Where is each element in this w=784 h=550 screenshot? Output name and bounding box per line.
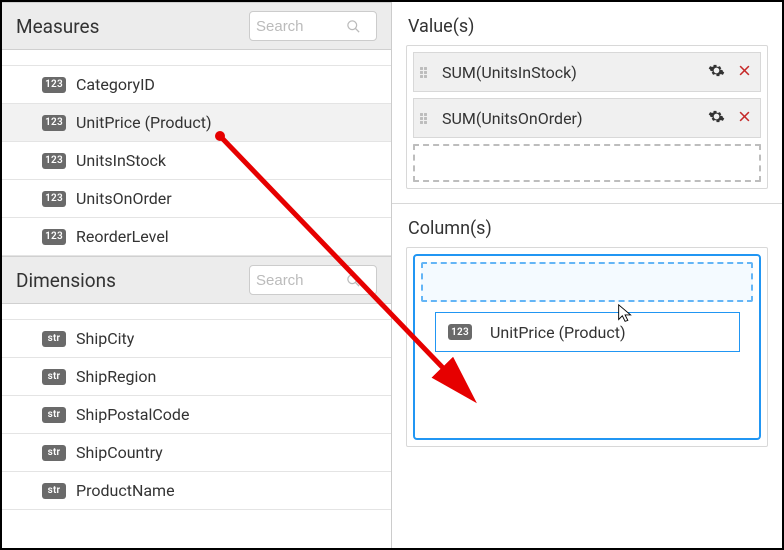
numeric-badge-icon: 123 [42,153,66,169]
app-frame: Measures 123 CategoryID 123 UnitPrice (P… [0,0,784,550]
measures-header: Measures [2,2,391,50]
string-badge-icon: str [42,445,66,461]
numeric-badge-icon: 123 [42,77,66,93]
columns-title: Column(s) [408,218,768,239]
drag-handle-icon[interactable] [420,113,432,124]
dimensions-search-input[interactable] [256,272,346,289]
list-item-label: UnitsOnOrder [76,189,172,208]
list-item-label: ReorderLevel [76,227,169,246]
gear-icon[interactable] [708,62,725,83]
list-item-label: ShipCity [76,329,134,348]
list-item[interactable]: 123 ReorderLevel [2,218,391,256]
numeric-badge-icon: 123 [42,191,66,207]
list-item-label: UnitsInStock [76,151,166,170]
drag-handle-icon[interactable] [420,67,432,78]
value-pill-label: SUM(UnitsInStock) [442,63,708,82]
right-panel: Value(s) SUM(UnitsInStock) SUM(UnitsOnOr… [392,2,782,548]
measures-search[interactable] [249,11,377,41]
measures-title: Measures [16,15,99,38]
numeric-badge-icon: 123 [42,115,66,131]
list-item[interactable]: 123 CategoryID [2,66,391,104]
drag-ghost-pill[interactable]: 123 UnitPrice (Product) [435,312,740,352]
list-item-label: ShipPostalCode [76,405,189,424]
columns-active-drop[interactable]: 123 UnitPrice (Product) [413,254,761,440]
list-item[interactable]: 123 UnitPrice (Product) [2,104,391,142]
dimensions-search[interactable] [249,265,377,295]
list-item[interactable]: 123 UnitsOnOrder [2,180,391,218]
drag-ghost-label: UnitPrice (Product) [490,323,626,342]
value-pill[interactable]: SUM(UnitsInStock) [413,52,761,92]
values-title: Value(s) [408,16,768,37]
list-item-label: ShipCountry [76,443,163,462]
measures-list: 123 CategoryID 123 UnitPrice (Product) 1… [2,50,391,256]
list-item-label: ShipRegion [76,367,156,386]
list-item[interactable]: str ShipCountry [2,434,391,472]
string-badge-icon: str [42,407,66,423]
left-panel: Measures 123 CategoryID 123 UnitPrice (P… [2,2,392,548]
string-badge-icon: str [42,483,66,499]
numeric-badge-icon: 123 [448,324,472,340]
list-item-label: ProductName [76,481,175,500]
columns-section: Column(s) 123 UnitPrice (Product) [392,204,782,548]
list-item[interactable]: str ShipRegion [2,358,391,396]
list-item[interactable]: 123 UnitsInStock [2,142,391,180]
list-item[interactable]: str ShipCity [2,320,391,358]
columns-dropzone[interactable]: 123 UnitPrice (Product) [406,247,768,447]
close-icon[interactable] [737,109,752,128]
values-dropzone[interactable]: SUM(UnitsInStock) SUM(UnitsOnOrder) [406,45,768,189]
empty-drop-slot[interactable] [413,144,761,182]
list-item[interactable] [2,304,391,320]
string-badge-icon: str [42,331,66,347]
list-item[interactable]: str ShipPostalCode [2,396,391,434]
dimensions-title: Dimensions [16,269,116,292]
gear-icon[interactable] [708,108,725,129]
close-icon[interactable] [737,63,752,82]
search-icon [346,273,361,288]
search-icon [346,19,361,34]
dimensions-header: Dimensions [2,256,391,304]
drop-indicator [421,262,753,302]
list-item-label: CategoryID [76,75,155,94]
numeric-badge-icon: 123 [42,229,66,245]
list-item[interactable] [2,50,391,66]
value-pill[interactable]: SUM(UnitsOnOrder) [413,98,761,138]
measures-search-input[interactable] [256,18,346,35]
string-badge-icon: str [42,369,66,385]
list-item[interactable]: str ProductName [2,472,391,510]
cursor-icon [615,303,637,325]
values-section: Value(s) SUM(UnitsInStock) SUM(UnitsOnOr… [392,2,782,204]
dimensions-list: str ShipCity str ShipRegion str ShipPost… [2,304,391,510]
list-item-label: UnitPrice (Product) [76,113,212,132]
value-pill-label: SUM(UnitsOnOrder) [442,109,708,128]
